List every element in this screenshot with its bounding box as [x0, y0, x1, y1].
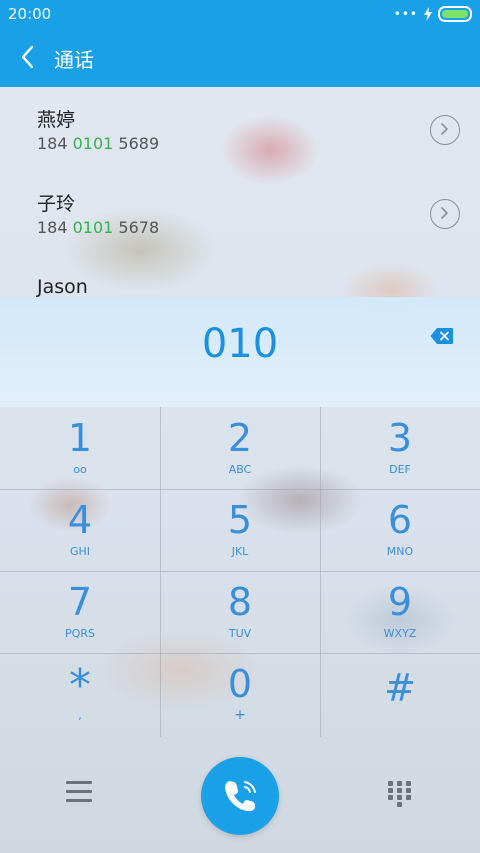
- battery-icon: [438, 6, 472, 22]
- key-digit: 5: [227, 498, 253, 542]
- contact-item[interactable]: 子玲 184 0101 5678: [0, 171, 480, 255]
- key-hash[interactable]: #: [320, 653, 480, 735]
- dial-keypad: 1 oo 2 ABC 3 DEF 4 GHI 5 JKL 6 MNO 7 PQR…: [0, 407, 480, 737]
- number-match-highlight: 0101: [72, 134, 114, 153]
- back-arrow-icon[interactable]: [16, 42, 40, 72]
- key-letters: TUV: [228, 627, 252, 640]
- key-4[interactable]: 4 GHI: [0, 489, 160, 571]
- battery-level: [442, 10, 468, 18]
- menu-line: [66, 790, 92, 793]
- key-5[interactable]: 5 JKL: [160, 489, 320, 571]
- key-letters: GHI: [69, 545, 91, 558]
- number-suffix: 5678: [113, 218, 160, 237]
- key-digit: 3: [387, 416, 413, 460]
- phone-icon: [225, 781, 256, 812]
- key-letters: DEF: [389, 463, 411, 476]
- dialed-number: 010: [201, 321, 279, 367]
- backspace-icon[interactable]: [430, 327, 454, 345]
- key-3[interactable]: 3 DEF: [320, 407, 480, 489]
- key-digit: 8: [227, 580, 253, 624]
- chevron-right-icon: [441, 123, 448, 135]
- key-letters: PQRS: [65, 627, 95, 640]
- contact-name: 燕婷: [37, 109, 76, 131]
- menu-icon[interactable]: [66, 781, 92, 805]
- number-prefix: 184: [37, 134, 73, 153]
- dialpad-icon[interactable]: [388, 781, 412, 809]
- key-digit: 4: [67, 498, 93, 542]
- status-time: 20:00: [8, 5, 52, 23]
- contact-name: Jason: [37, 276, 88, 298]
- status-icons: •••: [394, 6, 472, 22]
- key-8[interactable]: 8 TUV: [160, 571, 320, 653]
- key-star[interactable]: * ,: [0, 653, 160, 735]
- chevron-right-icon: [441, 207, 448, 219]
- page-title: 通话: [54, 48, 94, 72]
- bottom-action-bar: [0, 737, 480, 853]
- key-1[interactable]: 1 oo: [0, 407, 160, 489]
- contact-number: 184 0101 5689: [37, 134, 159, 153]
- number-prefix: 184: [37, 218, 73, 237]
- signal-dots-icon: •••: [393, 7, 418, 21]
- call-button[interactable]: [201, 757, 279, 835]
- key-letters: ABC: [228, 463, 252, 476]
- key-digit: 9: [387, 580, 413, 624]
- number-match-highlight: 0101: [72, 218, 114, 237]
- key-digit: 6: [387, 498, 413, 542]
- contact-details-button[interactable]: [430, 115, 460, 145]
- key-digit: 7: [67, 580, 93, 624]
- key-letters: WXYZ: [383, 627, 417, 640]
- key-7[interactable]: 7 PQRS: [0, 571, 160, 653]
- key-letters: ,: [78, 709, 82, 722]
- contact-number: 184 0101 5678: [37, 218, 159, 237]
- contact-item[interactable]: 燕婷 184 0101 5689: [0, 87, 480, 171]
- contact-name: 子玲: [37, 193, 76, 215]
- key-letters: +: [234, 707, 246, 723]
- key-digit: 1: [67, 416, 93, 460]
- key-letters: MNO: [386, 545, 414, 558]
- key-9[interactable]: 9 WXYZ: [320, 571, 480, 653]
- status-bar: 20:00 •••: [0, 0, 480, 28]
- contact-details-button[interactable]: [430, 199, 460, 229]
- key-6[interactable]: 6 MNO: [320, 489, 480, 571]
- key-2[interactable]: 2 ABC: [160, 407, 320, 489]
- dial-input-bar: 010: [0, 297, 480, 407]
- app-bar: 通话: [0, 28, 480, 87]
- voicemail-icon: oo: [73, 463, 87, 476]
- contact-suggestions: 燕婷 184 0101 5689 子玲 184 0101 5678 Jason: [0, 87, 480, 298]
- key-digit: #: [384, 666, 416, 710]
- key-digit: 2: [227, 416, 253, 460]
- number-suffix: 5689: [113, 134, 160, 153]
- key-letters: JKL: [231, 545, 249, 558]
- menu-line: [66, 799, 92, 802]
- menu-line: [66, 781, 92, 784]
- key-digit: *: [69, 660, 91, 711]
- key-0[interactable]: 0 +: [160, 653, 320, 735]
- charging-bolt-icon: [424, 7, 432, 21]
- key-digit: 0: [227, 662, 253, 706]
